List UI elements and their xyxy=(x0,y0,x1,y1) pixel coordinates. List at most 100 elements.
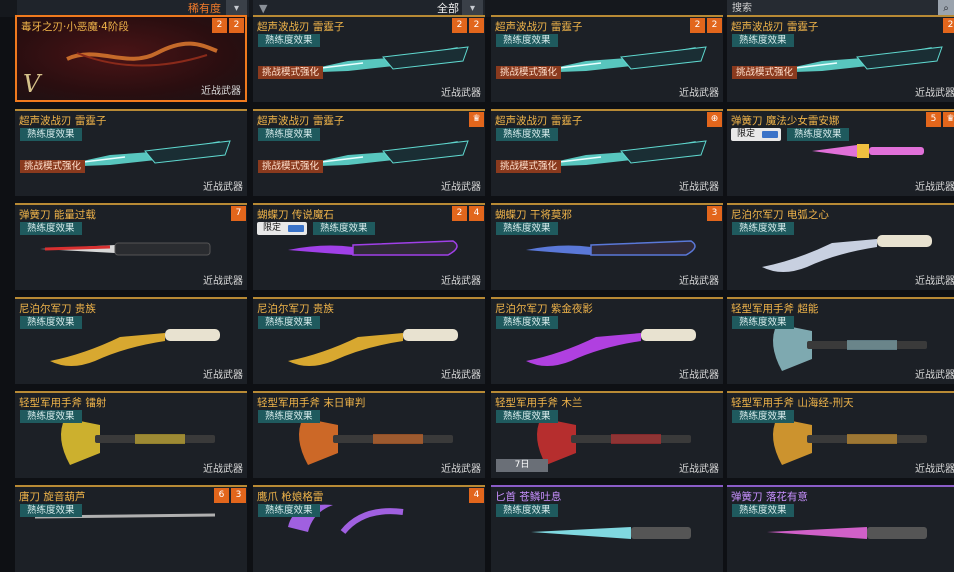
proficiency-tag: 熟练度效果 xyxy=(496,222,558,235)
weapon-name: 蝴蝶刀 传说魔石 xyxy=(257,209,334,221)
weapon-card[interactable]: 匕首 苍鳞吐息 熟练度效果 xyxy=(491,485,723,572)
badge-group: 24 xyxy=(452,206,484,221)
weapon-name: 尼泊尔军刀 贵族 xyxy=(19,303,96,315)
weapon-card[interactable]: 弹簧刀 能量过载 熟练度效果 7 近战武器 xyxy=(15,203,247,290)
count-badge: 6 xyxy=(214,488,229,503)
badge-group: 4 xyxy=(469,488,484,503)
challenge-mode-tag: 挑战模式强化 xyxy=(258,66,324,79)
proficiency-tag: 熟练度效果 xyxy=(496,316,558,329)
weapon-category: 近战武器 xyxy=(679,276,719,287)
weapon-name: 超声波战刃 雷霆子 xyxy=(257,115,345,127)
weapon-name: 超声波战刃 雷霆子 xyxy=(731,21,819,33)
proficiency-tag: 熟练度效果 xyxy=(313,222,375,235)
challenge-mode-tag: 挑战模式强化 xyxy=(496,66,562,79)
count-badge: 4 xyxy=(469,206,484,221)
weapon-name: 轻型军用手斧 木兰 xyxy=(495,397,583,409)
proficiency-tag: 熟练度效果 xyxy=(20,222,82,235)
weapon-card[interactable]: 轻型军用手斧 木兰 熟练度效果 7日 近战武器 xyxy=(491,391,723,478)
weapon-category: 近战武器 xyxy=(679,88,719,99)
weapon-card[interactable]: 蝴蝶刀 干将莫邪 熟练度效果 3 近战武器 xyxy=(491,203,723,290)
weapon-card[interactable]: 超声波战刃 雷霆子 熟练度效果挑战模式强化 2 2 近战武器 xyxy=(253,15,485,102)
weapon-card[interactable]: 尼泊尔军刀 电弧之心 熟练度效果 近战武器 xyxy=(727,203,954,290)
weapon-card[interactable]: 唐刀 旋音葫芦 熟练度效果 6 3 xyxy=(15,485,247,572)
weapon-card[interactable]: 超声波战刃 雷霆子 熟练度效果 挑战模式强化 ♛ 近战武器 xyxy=(253,109,485,196)
weapon-name: 轻型军用手斧 末日审判 xyxy=(257,397,366,409)
weapon-category: 近战武器 xyxy=(201,86,241,97)
count-badge: 5 xyxy=(926,112,941,127)
weapon-card[interactable]: 超声波战刃 雷霆子 熟练度效果 挑战模式强化 ⊕ 近战武器 xyxy=(491,109,723,196)
weapon-category: 近战武器 xyxy=(915,88,954,99)
weapon-card[interactable]: 超声波战刃 雷霆子 熟练度效果 挑战模式强化 2 2 近战武器 xyxy=(491,15,723,102)
count-badge: ♛ xyxy=(469,112,484,127)
limited-badge: 限定 xyxy=(257,222,307,235)
weapon-card[interactable]: 超声波战刃 雷霆子 熟练度效果 挑战模式强化 近战武器 xyxy=(15,109,247,196)
weapon-name: 超声波战刃 雷霆子 xyxy=(257,21,345,33)
count-badge: 2 xyxy=(452,18,467,33)
badge-group: 22 xyxy=(452,18,484,33)
item-grid: 毒牙之刃·小恶魔·4阶段 2 2 V 近战武器 超声波战刃 雷霆子 熟练度效果 挑战模式强化… xyxy=(0,15,954,572)
weapon-card[interactable]: 弹簧刀 落花有意 熟练度效果 xyxy=(727,485,954,572)
weapon-card[interactable]: 蝴蝶刀 传说魔石 限定 熟练度效果 2 4 近战武器 xyxy=(253,203,485,290)
weapon-name: 弹簧刀 落花有意 xyxy=(731,491,808,503)
challenge-mode-tag: 挑战模式强化 xyxy=(20,160,86,173)
proficiency-tag: 熟练度效果 xyxy=(732,316,794,329)
proficiency-tag: 熟练度效果 xyxy=(20,128,82,141)
weapon-name: 尼泊尔军刀 贵族 xyxy=(257,303,334,315)
weapon-card[interactable]: 尼泊尔军刀 贵族 熟练度效果 近战武器 xyxy=(15,297,247,384)
weapon-category: 近战武器 xyxy=(441,464,481,475)
weapon-card[interactable]: 毒牙之刃·小恶魔·4阶段 2 2 V 近战武器 xyxy=(15,15,247,102)
weapon-category: 近战武器 xyxy=(915,370,954,381)
proficiency-tag: 熟练度效果 xyxy=(787,128,849,141)
weapon-category: 近战武器 xyxy=(203,276,243,287)
weapon-category: 近战武器 xyxy=(915,464,954,475)
weapon-name: 毒牙之刃·小恶魔·4阶段 xyxy=(21,21,129,33)
weapon-category: 近战武器 xyxy=(441,370,481,381)
count-badge: 2 xyxy=(229,18,244,33)
badge-group: 5 ♛ xyxy=(926,112,954,127)
weapon-card[interactable]: 尼泊尔军刀 紫金夜影 熟练度效果近战武器 xyxy=(491,297,723,384)
challenge-mode-tag: 挑战模式强化 xyxy=(732,66,798,79)
proficiency-tag: 熟练度效果 xyxy=(258,34,320,47)
count-badge: 2 xyxy=(452,206,467,221)
count-badge: 4 xyxy=(469,488,484,503)
proficiency-tag: 熟练度效果 xyxy=(732,504,794,517)
proficiency-tag: 熟练度效果 xyxy=(258,410,320,423)
weapon-category: 近战武器 xyxy=(679,370,719,381)
weapon-card[interactable]: 轻型军用手斧 山海经-刑天 熟练度效果近战武器 xyxy=(727,391,954,478)
weapon-card[interactable]: 轻型军用手斧 镭射 熟练度效果 近战武器 xyxy=(15,391,247,478)
count-badge: ♛ xyxy=(943,112,954,127)
badge-group: 7 xyxy=(231,206,246,221)
proficiency-tag: 熟练度效果 xyxy=(496,410,558,423)
proficiency-tag: 熟练度效果 xyxy=(20,410,82,423)
weapon-card[interactable]: 轻型军用手斧 末日审判 熟练度效果近战武器 xyxy=(253,391,485,478)
weapon-name: 弹簧刀 魔法少女雷安娜 xyxy=(731,115,840,127)
weapon-name: 弹簧刀 能量过载 xyxy=(19,209,96,221)
weapon-card[interactable]: 鹰爪 枪娘格雷 熟练度效果 4 xyxy=(253,485,485,572)
weapon-name: 轻型军用手斧 山海经-刑天 xyxy=(731,397,854,409)
challenge-mode-tag: 挑战模式强化 xyxy=(496,160,562,173)
weapon-card[interactable]: 超声波战刃 雷霆子 熟练度效果 挑战模式强化 2 近战武器 xyxy=(727,15,954,102)
weapon-name: 尼泊尔军刀 紫金夜影 xyxy=(495,303,593,315)
weapon-name: 尼泊尔军刀 电弧之心 xyxy=(731,209,829,221)
badge-group: 2 xyxy=(943,18,954,33)
weapon-category: 近战武器 xyxy=(679,464,719,475)
proficiency-tag: 熟练度效果 xyxy=(20,504,82,517)
weapon-card[interactable]: 轻型军用手斧 超能 熟练度效果 近战武器 xyxy=(727,297,954,384)
count-badge: 3 xyxy=(707,206,722,221)
filter-icon: ▼ xyxy=(259,2,268,15)
proficiency-tag: 熟练度效果 xyxy=(732,222,794,235)
count-badge: 3 xyxy=(231,488,246,503)
proficiency-tag: 熟练度效果 xyxy=(258,128,320,141)
duration-badge: 7日 xyxy=(496,459,548,472)
badge-group: 63 xyxy=(214,488,246,503)
weapon-card[interactable]: 尼泊尔军刀 贵族 熟练度效果 近战武器 xyxy=(253,297,485,384)
proficiency-tag: 熟练度效果 xyxy=(20,316,82,329)
weapon-name: 唐刀 旋音葫芦 xyxy=(19,491,86,503)
proficiency-tag: 熟练度效果 xyxy=(732,410,794,423)
count-badge: 2 xyxy=(469,18,484,33)
count-badge: 7 xyxy=(231,206,246,221)
badge-group: 3 xyxy=(707,206,722,221)
weapon-card[interactable]: 弹簧刀 魔法少女雷安娜 限定 熟练度效果 5 ♛ 近战武器 xyxy=(727,109,954,196)
badge-group: 22 xyxy=(690,18,722,33)
weapon-category: 近战武器 xyxy=(441,88,481,99)
